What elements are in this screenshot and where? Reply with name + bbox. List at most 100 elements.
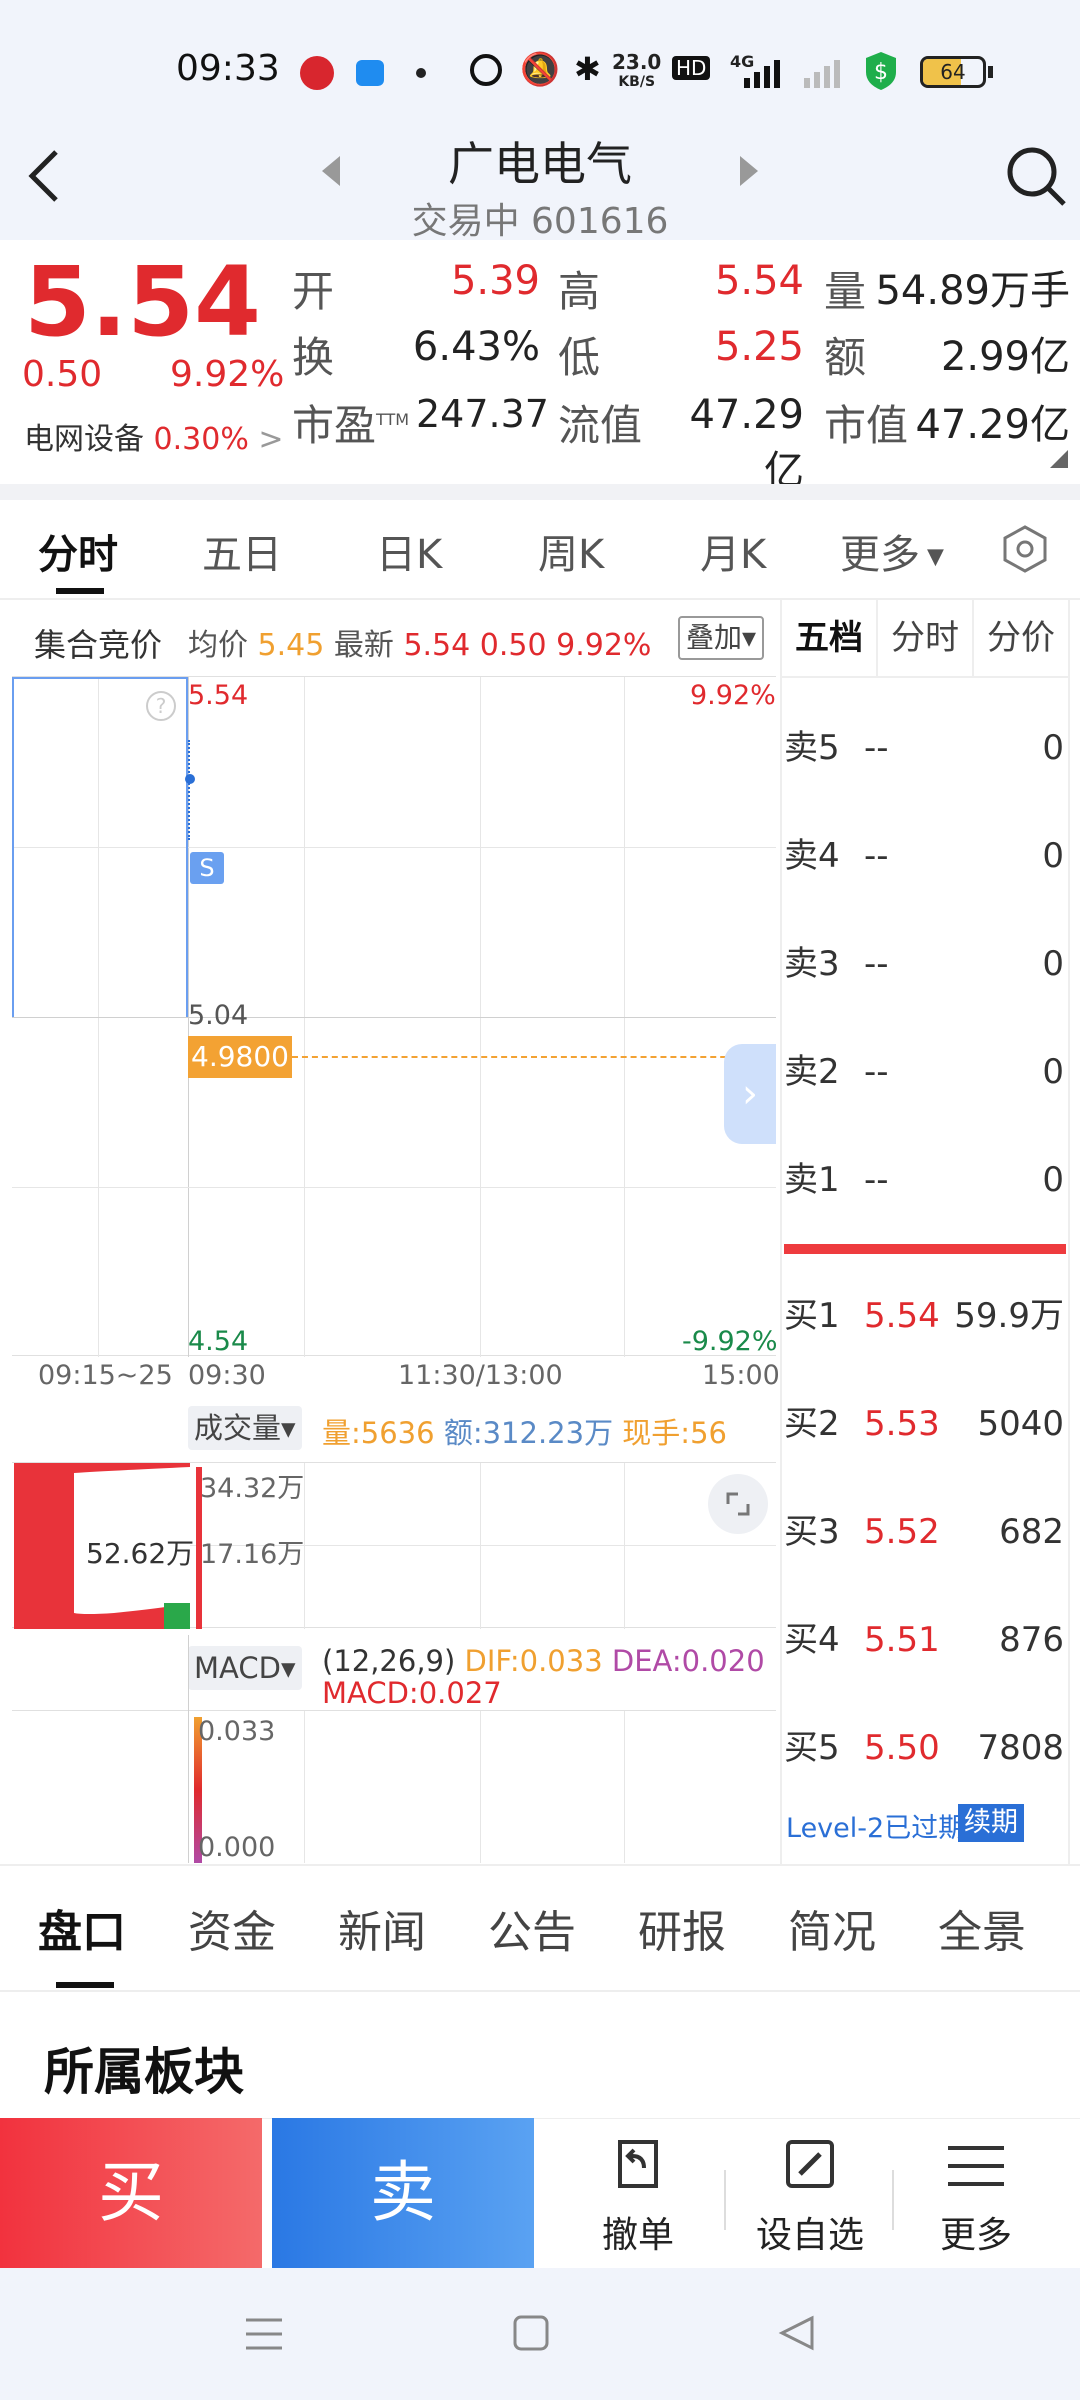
low-label: 低 bbox=[558, 333, 601, 382]
tab-daily-k[interactable]: 日K bbox=[376, 522, 442, 580]
back-nav-icon[interactable] bbox=[778, 2314, 816, 2352]
volume-tick-mid: 17.16万 bbox=[200, 1539, 305, 1570]
tab-orderbook-info[interactable]: 盘口 bbox=[38, 1896, 126, 1960]
tab-news[interactable]: 新闻 bbox=[338, 1896, 426, 1960]
tab-ticks[interactable]: 分时 bbox=[878, 600, 972, 676]
chart-bot-pct: -9.92% bbox=[682, 1326, 778, 1357]
volume-selector[interactable]: 成交量▾ bbox=[188, 1406, 302, 1450]
next-stock-button[interactable] bbox=[736, 154, 760, 188]
tab-five-level[interactable]: 五档 bbox=[782, 600, 876, 676]
chart-mid-price: 5.04 bbox=[188, 1000, 249, 1031]
fullscreen-icon[interactable] bbox=[708, 1474, 768, 1534]
open-value: 5.39 bbox=[450, 258, 540, 304]
chart-summary: 均价 5.45 最新 5.54 0.50 9.92% bbox=[188, 628, 652, 663]
high-value: 5.54 bbox=[714, 258, 804, 304]
market-cap-value: 47.29亿 bbox=[915, 402, 1070, 448]
add-watchlist-button[interactable]: 设自选 bbox=[740, 2136, 880, 2256]
shield-icon: $ bbox=[862, 50, 900, 92]
volume-label: 量 bbox=[824, 267, 867, 316]
overlay-dropdown[interactable]: 叠加▾ bbox=[678, 616, 765, 660]
alarm-icon bbox=[470, 54, 502, 86]
sell-button[interactable]: 卖 bbox=[272, 2118, 534, 2268]
chart-top-price: 5.54 bbox=[188, 680, 249, 711]
tab-more[interactable]: 更多 ▼ bbox=[840, 522, 944, 580]
search-icon[interactable] bbox=[1004, 144, 1068, 208]
chart-bot-price: 4.54 bbox=[188, 1326, 249, 1357]
x-label-open: 09:30 bbox=[188, 1360, 266, 1391]
macd-tick-top: 0.033 bbox=[198, 1716, 276, 1747]
back-button[interactable] bbox=[24, 146, 64, 206]
pe-label: 市盈TTM bbox=[292, 401, 410, 450]
price-chart[interactable]: ? bbox=[12, 676, 776, 1357]
macd-value: MACD:0.027 bbox=[322, 1676, 502, 1710]
auction-area bbox=[12, 677, 188, 1017]
tab-five-day[interactable]: 五日 bbox=[202, 522, 282, 580]
home-icon[interactable] bbox=[512, 2314, 550, 2352]
signal-2-icon bbox=[800, 58, 848, 88]
menu-icon bbox=[948, 2146, 1004, 2186]
signal-icon bbox=[740, 58, 788, 88]
status-bar: 09:33 🔕 ✱ 23.0 KB/S HD 4G $ 64 bbox=[0, 0, 1080, 140]
buy-button[interactable]: 买 bbox=[0, 2118, 262, 2268]
tab-research[interactable]: 研报 bbox=[638, 1896, 726, 1960]
more-notifications-icon bbox=[416, 68, 426, 78]
tab-price-dist[interactable]: 分价 bbox=[974, 600, 1068, 676]
tab-overview[interactable]: 全景 bbox=[938, 1896, 1026, 1960]
x-label-auction: 09:15~25 bbox=[38, 1360, 173, 1391]
stock-name: 广电电气 bbox=[448, 137, 632, 191]
ask-row-3[interactable]: 卖3 -- 0 bbox=[784, 934, 1064, 994]
order-book-tabs: 五档 分时 分价 bbox=[782, 600, 1068, 678]
system-nav-bar bbox=[0, 2268, 1080, 2400]
help-icon[interactable]: ? bbox=[146, 691, 176, 721]
float-cap-label: 流值 bbox=[558, 401, 643, 450]
sector-link[interactable]: 电网设备 0.30% > bbox=[24, 414, 284, 458]
x-label-noon: 11:30/13:00 bbox=[398, 1360, 563, 1391]
price-marker-line bbox=[292, 1056, 776, 1058]
auction-volume-label: 52.62万 bbox=[86, 1537, 195, 1570]
more-actions-button[interactable]: 更多 bbox=[906, 2136, 1046, 2256]
tab-weekly-k[interactable]: 周K bbox=[538, 522, 604, 580]
turnover-label: 换 bbox=[292, 333, 335, 382]
amount-value: 2.99亿 bbox=[940, 334, 1070, 380]
pe-value: 247.37 bbox=[416, 392, 549, 436]
macd-chart bbox=[12, 1635, 776, 1863]
bluetooth-icon: ✱ bbox=[574, 50, 601, 88]
price-point bbox=[185, 774, 195, 784]
recent-apps-icon[interactable] bbox=[244, 2316, 284, 2352]
svg-text:$: $ bbox=[874, 60, 888, 85]
net-speed: 23.0 KB/S bbox=[612, 50, 662, 90]
tab-announcements[interactable]: 公告 bbox=[488, 1896, 576, 1960]
ask-row-1[interactable]: 卖1 -- 0 bbox=[784, 1150, 1064, 1210]
stock-code: 交易中 601616 bbox=[411, 201, 669, 242]
bid-row-1[interactable]: 买1 5.54 59.9万 bbox=[784, 1286, 1064, 1346]
tab-active-indicator bbox=[56, 588, 104, 594]
price-marker[interactable]: 4.9800 bbox=[188, 1036, 292, 1078]
chart-top-pct: 9.92% bbox=[690, 680, 776, 711]
chart-settings-icon[interactable] bbox=[1000, 524, 1050, 574]
tab-intraday[interactable]: 分时 bbox=[38, 522, 118, 580]
tab-monthly-k[interactable]: 月K bbox=[700, 522, 766, 580]
price-line bbox=[188, 740, 190, 840]
bid-row-4[interactable]: 买4 5.51 876 bbox=[784, 1610, 1064, 1670]
bid-row-5[interactable]: 买5 5.50 7808 bbox=[784, 1718, 1064, 1778]
section-title: 所属板块 bbox=[44, 2043, 244, 2101]
bid-row-2[interactable]: 买2 5.53 5040 bbox=[784, 1394, 1064, 1454]
ask-row-2[interactable]: 卖2 -- 0 bbox=[784, 1042, 1064, 1102]
renew-button[interactable]: 续期 bbox=[958, 1804, 1024, 1842]
bottom-tab-indicator bbox=[56, 1982, 114, 1988]
expand-panel-button[interactable]: › bbox=[724, 1044, 776, 1144]
order-book bbox=[780, 600, 1070, 1864]
macd-selector[interactable]: MACD▾ bbox=[188, 1646, 302, 1690]
turnover-value: 6.43% bbox=[412, 324, 540, 370]
cancel-order-button[interactable]: 撤单 bbox=[568, 2136, 708, 2256]
tab-profile[interactable]: 简况 bbox=[788, 1896, 876, 1960]
ask-row-5[interactable]: 卖5 -- 0 bbox=[784, 718, 1064, 778]
auction-label: 集合竞价 bbox=[34, 626, 163, 664]
tab-fund-flow[interactable]: 资金 bbox=[188, 1896, 276, 1960]
expand-corner-icon[interactable] bbox=[1050, 450, 1068, 468]
s-badge[interactable]: S bbox=[190, 852, 224, 884]
app-notification-icon bbox=[300, 56, 334, 90]
volume-tick-top: 34.32万 bbox=[200, 1473, 305, 1504]
ask-row-4[interactable]: 卖4 -- 0 bbox=[784, 826, 1064, 886]
bid-row-3[interactable]: 买3 5.52 682 bbox=[784, 1502, 1064, 1562]
